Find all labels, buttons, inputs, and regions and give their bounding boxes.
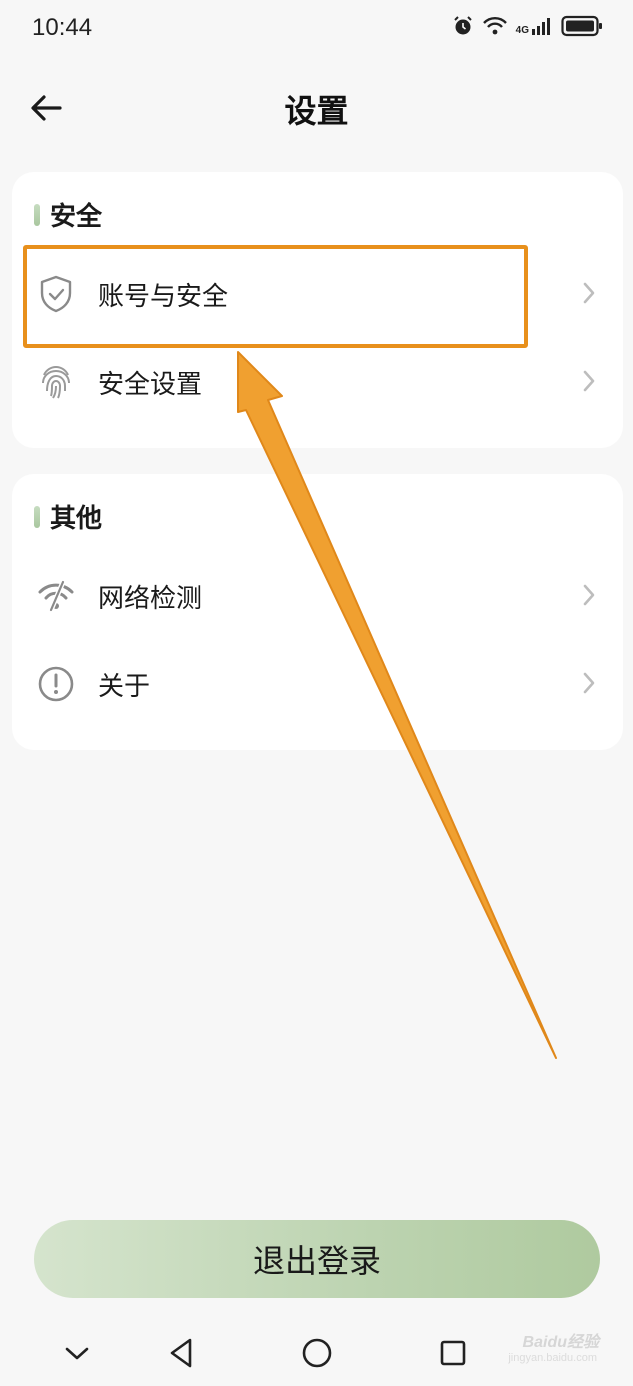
recents-square-icon[interactable]: [436, 1336, 470, 1370]
watermark-url: jingyan.baidu.com: [508, 1352, 597, 1364]
security-section-card: 安全 账号与安全 安全设置: [12, 172, 623, 448]
about-label: 关于: [98, 672, 151, 702]
status-icons: 4G: [452, 15, 603, 37]
network-type-label: 4G: [515, 25, 529, 36]
cellular-signal-icon: 4G: [516, 16, 553, 36]
account-security-item[interactable]: 账号与安全: [12, 248, 623, 336]
section-title-other: 其他: [50, 504, 103, 534]
fingerprint-icon: [36, 362, 76, 402]
account-security-label: 账号与安全: [98, 282, 229, 312]
status-time: 10:44: [32, 14, 93, 41]
header: 设置: [0, 72, 633, 148]
watermark: Baidu经验: [522, 1334, 599, 1351]
battery-icon: [561, 15, 603, 37]
chevron-down-icon[interactable]: [60, 1336, 94, 1370]
about-item[interactable]: 关于: [12, 638, 623, 726]
section-accent-bar: [34, 203, 40, 226]
logout-button[interactable]: 退出登录: [34, 1220, 600, 1298]
alarm-icon: [452, 15, 474, 37]
wifi-icon: [482, 16, 508, 36]
other-section-card: 其他 网络检测 关于: [12, 474, 623, 750]
network-check-label: 网络检测: [98, 584, 203, 614]
chevron-right-icon: [579, 670, 599, 696]
chevron-right-icon: [579, 280, 599, 306]
section-header-other: 其他: [34, 498, 102, 535]
network-check-item[interactable]: 网络检测: [12, 550, 623, 638]
home-circle-icon[interactable]: [300, 1336, 334, 1370]
section-accent-bar: [34, 505, 40, 528]
status-bar: 10:44 4G: [0, 0, 633, 58]
section-header-security: 安全: [34, 196, 102, 233]
section-title-security: 安全: [50, 202, 103, 232]
chevron-right-icon: [579, 368, 599, 394]
page-title: 设置: [284, 92, 349, 130]
security-settings-item[interactable]: 安全设置: [12, 336, 623, 424]
back-triangle-icon[interactable]: [164, 1336, 198, 1370]
chevron-right-icon: [579, 582, 599, 608]
security-settings-label: 安全设置: [98, 370, 203, 400]
wifi-off-icon: [36, 576, 76, 616]
shield-check-icon: [36, 274, 76, 314]
info-circle-icon: [36, 664, 76, 704]
